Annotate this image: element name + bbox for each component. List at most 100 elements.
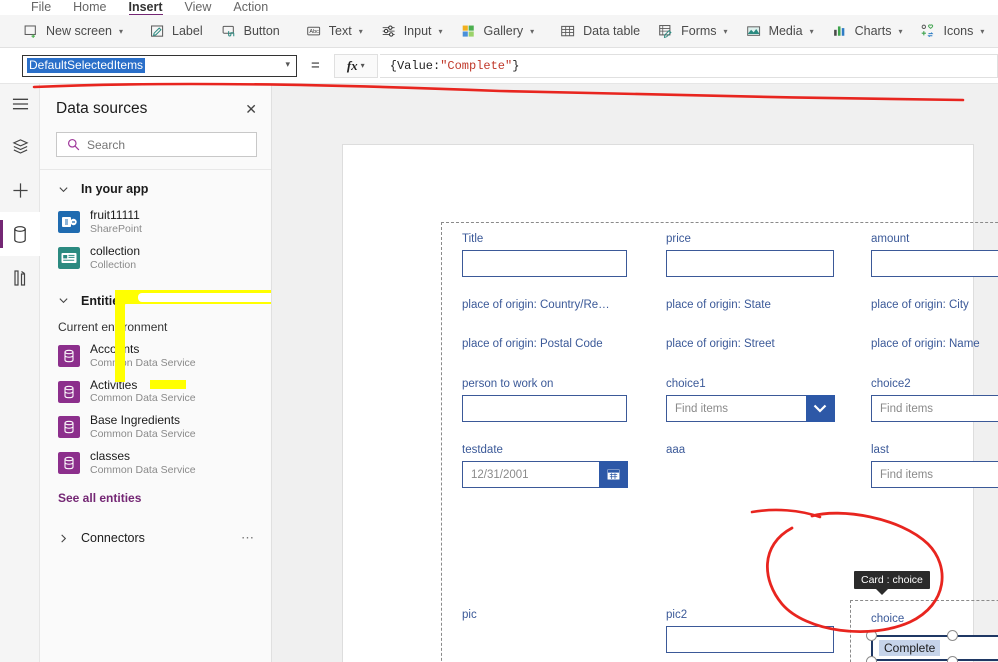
edit-form-container[interactable]: Title price amount place of origin: Coun… xyxy=(441,222,998,662)
combobox-dropdown-button[interactable] xyxy=(805,394,835,422)
entity-name: Accounts xyxy=(90,341,140,356)
see-all-entities-link[interactable]: See all entities xyxy=(40,481,271,505)
chevron-down-icon: ▾ xyxy=(723,26,728,36)
resize-handle-s[interactable] xyxy=(947,656,958,662)
data-table-icon xyxy=(561,25,575,36)
text-input[interactable] xyxy=(666,250,834,277)
media-button[interactable]: Media ▾ xyxy=(737,18,823,44)
form-field-price[interactable]: price xyxy=(666,233,834,277)
list-item-texts: collection Collection xyxy=(90,244,140,271)
source-type: Collection xyxy=(90,258,137,271)
svg-text:Abc: Abc xyxy=(309,29,319,35)
label-label: Label xyxy=(172,24,203,38)
form-field-aaa[interactable]: aaa xyxy=(666,444,685,456)
calendar-button[interactable] xyxy=(598,460,628,488)
gallery-button[interactable]: Gallery ▾ xyxy=(452,18,544,44)
power-apps-studio: File Home Insert View Action New screen … xyxy=(0,0,998,662)
label-button[interactable]: Label xyxy=(140,18,212,44)
form-field-origin-city[interactable]: place of origin: City xyxy=(871,299,969,311)
list-item[interactable]: classes Common Data Service xyxy=(40,445,271,481)
list-item[interactable]: fruit11111 SharePoint xyxy=(40,204,271,240)
rail-data[interactable] xyxy=(0,212,40,256)
more-options-icon[interactable]: ⋯ xyxy=(241,530,255,546)
new-screen-button[interactable]: New screen ▾ xyxy=(14,18,132,44)
list-item[interactable]: collection Collection xyxy=(40,240,271,276)
button-button[interactable]: Button xyxy=(212,18,289,44)
form-field-choice1[interactable]: choice1 Find items xyxy=(666,378,835,422)
menu-item-home[interactable]: Home xyxy=(62,0,117,15)
section-title: Entities xyxy=(81,293,127,308)
text-input[interactable] xyxy=(462,395,627,422)
form-field-pic[interactable]: pic xyxy=(462,609,477,621)
list-item[interactable]: Accounts Common Data Service xyxy=(40,338,271,374)
combobox-last[interactable]: Find items xyxy=(871,461,998,488)
field-label: Title xyxy=(462,233,484,245)
rail-insert[interactable] xyxy=(0,168,40,212)
resize-handle-n[interactable] xyxy=(947,630,958,641)
combobox-choice2[interactable]: Find items xyxy=(871,395,998,422)
combobox-choice1[interactable]: Find items xyxy=(666,394,835,422)
text-input[interactable] xyxy=(666,626,834,653)
input-button[interactable]: Input ▾ xyxy=(372,18,452,44)
entity-icon xyxy=(58,380,80,403)
form-field-choice2[interactable]: choice2 Find items xyxy=(871,378,998,422)
charts-button[interactable]: Charts ▾ xyxy=(823,18,912,44)
choice-selected-value: Complete xyxy=(879,640,941,656)
selected-card-choice[interactable]: choice Complete xyxy=(850,600,998,662)
icons-icon xyxy=(922,23,934,37)
menu-item-insert[interactable]: Insert xyxy=(118,0,174,16)
search-placeholder: Search xyxy=(87,137,126,152)
menu-item-action[interactable]: Action xyxy=(222,0,279,15)
panel-title: Data sources xyxy=(56,100,148,117)
resize-handle-nw[interactable] xyxy=(866,630,877,641)
resize-handle-sw[interactable] xyxy=(866,656,877,662)
menu-item-view[interactable]: View xyxy=(174,0,223,15)
data-table-button[interactable]: Data table xyxy=(551,18,649,44)
text-button[interactable]: Abc Text ▾ xyxy=(297,18,372,44)
formula-input[interactable]: {Value: "Complete"} xyxy=(379,53,998,78)
screens-icon xyxy=(11,138,29,154)
close-icon[interactable]: ✕ xyxy=(245,102,257,116)
combobox-placeholder: Find items xyxy=(880,402,934,415)
form-field-testdate[interactable]: testdate 12/31/2001 xyxy=(462,444,628,488)
media-icon xyxy=(746,25,760,36)
more-options-icon[interactable]: ⋯ xyxy=(241,293,255,309)
form-field-pic2[interactable]: pic2 xyxy=(666,609,834,653)
combobox-placeholder: Find items xyxy=(675,402,729,415)
form-field-title[interactable]: Title xyxy=(462,233,627,277)
fx-button[interactable]: fx ▾ xyxy=(333,53,378,78)
form-field-origin-state[interactable]: place of origin: State xyxy=(666,299,771,311)
rail-screens[interactable] xyxy=(0,124,40,168)
form-field-origin-postal[interactable]: place of origin: Postal Code xyxy=(462,338,603,350)
section-connectors[interactable]: Connectors ⋯ xyxy=(40,505,271,553)
form-field-origin-street[interactable]: place of origin: Street xyxy=(666,338,775,350)
list-item[interactable]: Activities Common Data Service xyxy=(40,374,271,410)
list-item-texts: Accounts Common Data Service xyxy=(90,341,196,369)
text-input[interactable] xyxy=(462,250,627,277)
button-label: Button xyxy=(243,24,280,38)
app-screen[interactable]: Title price amount place of origin: Coun… xyxy=(343,145,998,662)
formula-string: "Complete" xyxy=(440,58,513,73)
text-input[interactable] xyxy=(871,250,998,277)
form-field-person-to-work-on[interactable]: person to work on xyxy=(462,378,627,422)
date-input[interactable]: 12/31/2001 xyxy=(462,460,628,488)
search-input[interactable]: Search xyxy=(56,132,257,157)
form-field-origin-name[interactable]: place of origin: Name xyxy=(871,338,980,350)
rail-media-tree[interactable] xyxy=(0,256,40,300)
rail-hamburger-menu[interactable] xyxy=(0,84,40,124)
field-label: place of origin: Country/Re… xyxy=(462,299,610,311)
form-field-amount[interactable]: amount xyxy=(871,233,998,277)
list-item[interactable]: Base Ingredients Common Data Service xyxy=(40,409,271,445)
property-selector[interactable]: DefaultSelectedItems ▾ xyxy=(22,54,297,77)
icons-button[interactable]: Icons ▾ xyxy=(911,18,993,44)
chevron-down-icon: ▾ xyxy=(119,26,124,36)
forms-button[interactable]: Forms ▾ xyxy=(649,18,736,44)
section-entities[interactable]: Entities ⋯ xyxy=(40,276,271,316)
form-field-last[interactable]: last Find items xyxy=(871,444,998,488)
icons-label: Icons xyxy=(943,24,974,38)
chevron-down-icon: ▾ xyxy=(360,61,365,70)
menu-item-file[interactable]: File xyxy=(20,0,62,15)
form-field-origin-country[interactable]: place of origin: Country/Re… xyxy=(462,299,610,311)
chevron-down-icon: ▾ xyxy=(285,58,290,69)
section-in-your-app[interactable]: In your app xyxy=(40,170,271,204)
